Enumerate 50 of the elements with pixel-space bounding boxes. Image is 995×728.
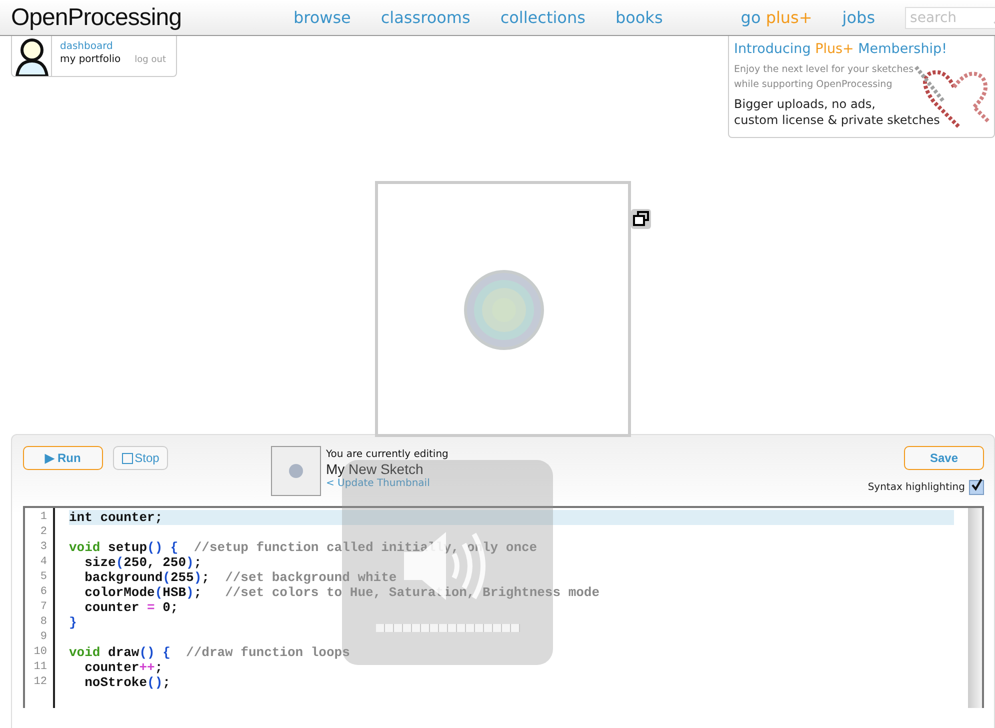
nav-link[interactable]: books bbox=[615, 8, 663, 27]
update-thumbnail-link[interactable]: < Update Thumbnail bbox=[326, 478, 430, 489]
promo-panel[interactable]: Introducing Plus+ Membership! Enjoy the next level for your sketches while supporting OpenProcessing Bigger uploads, no ads, custom license & private sketches bbox=[728, 36, 995, 138]
stop-button[interactable]: Stop bbox=[113, 446, 168, 470]
popout-icon[interactable] bbox=[631, 209, 651, 229]
nav-link[interactable]: classrooms bbox=[380, 8, 470, 27]
sketch-title: My New Sketch bbox=[326, 461, 424, 477]
line-number: 4 bbox=[39, 555, 48, 570]
dashboard-link[interactable]: dashboard bbox=[60, 41, 166, 52]
code-line: background(255); //set background white bbox=[84, 570, 397, 585]
thumbnail bbox=[271, 446, 321, 496]
code-line: void draw() { //draw function loops bbox=[69, 645, 350, 660]
nav-link[interactable]: jobs bbox=[842, 8, 876, 27]
code-line: counter++; bbox=[84, 660, 163, 675]
line-number: 6 bbox=[39, 585, 48, 600]
search-field[interactable]: search bbox=[905, 6, 995, 28]
line-number: 7 bbox=[39, 600, 48, 615]
portfolio-link[interactable]: my portfolio bbox=[60, 54, 121, 65]
syntax-label: Syntax highlighting bbox=[868, 482, 965, 493]
editing-label: You are currently editing bbox=[326, 449, 448, 460]
promo-title: Introducing Plus+ Membership! bbox=[734, 41, 948, 57]
syntax-checkbox[interactable] bbox=[969, 480, 984, 495]
code-line: int counter; bbox=[69, 510, 163, 525]
nav-link[interactable]: collections bbox=[500, 8, 586, 27]
promo-text: while supporting OpenProcessing bbox=[734, 78, 894, 92]
code-line: colorMode(HSB); //set colors to Hue, Saturation, Brightness mode bbox=[84, 585, 600, 600]
save-button[interactable]: Save bbox=[904, 446, 984, 470]
site-logo[interactable]: OpenProcessing bbox=[11, 4, 182, 32]
run-button[interactable]: ▶ Run bbox=[23, 446, 103, 470]
code-line: } bbox=[69, 615, 77, 630]
line-number: 2 bbox=[39, 525, 48, 540]
line-number: 11 bbox=[32, 660, 48, 675]
line-number: 3 bbox=[39, 540, 48, 555]
scrollbar[interactable] bbox=[968, 508, 982, 708]
nav-link[interactable]: browse bbox=[293, 8, 351, 27]
code-line: counter = 0; bbox=[84, 600, 178, 615]
promo-text: Enjoy the next level for your sketches bbox=[734, 63, 915, 77]
line-number: 10 bbox=[32, 645, 48, 660]
line-number: 8 bbox=[39, 615, 48, 630]
code-editor[interactable] bbox=[23, 506, 984, 708]
promo-feature: Bigger uploads, no ads, bbox=[734, 96, 876, 112]
line-number: 5 bbox=[39, 570, 48, 585]
promo-feature: custom license & private sketches bbox=[734, 112, 941, 128]
line-number: 9 bbox=[39, 630, 48, 645]
nav-link[interactable]: go plus+ bbox=[740, 8, 812, 27]
code-line: noStroke(); bbox=[84, 675, 170, 690]
line-number: 12 bbox=[32, 675, 48, 690]
logout-link[interactable]: log out bbox=[134, 55, 166, 65]
line-number: 1 bbox=[39, 510, 48, 525]
code-line: size(250, 250); bbox=[84, 555, 202, 570]
